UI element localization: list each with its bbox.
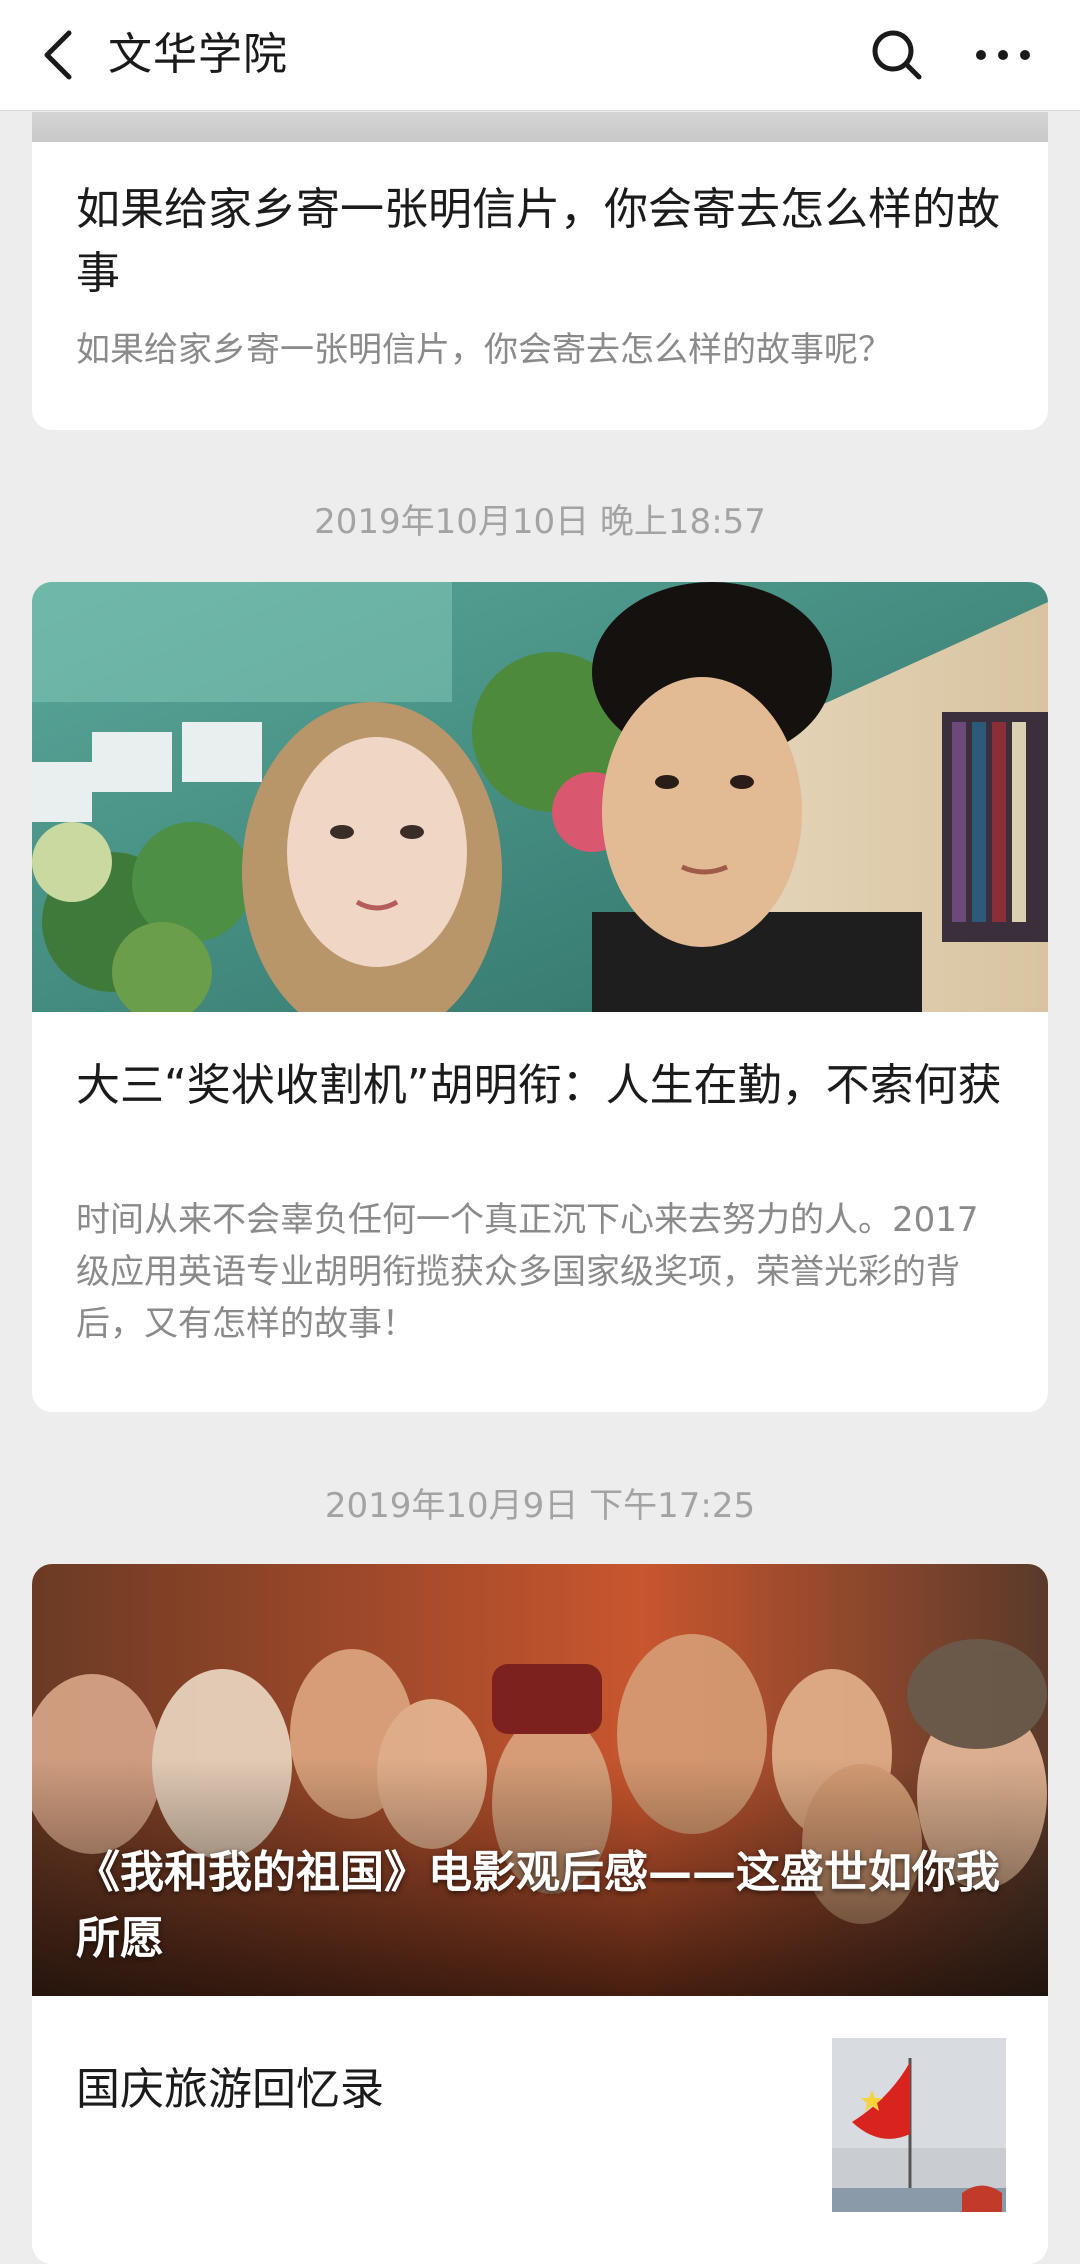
list-item[interactable]: 国庆旅游回忆录 (32, 1996, 1048, 2264)
article-group-card: 《我和我的祖国》电影观后感——这盛世如你我所愿 国庆旅游回忆录 (32, 1564, 1048, 2264)
page-title: 文华学院 (108, 29, 288, 80)
sub-article-title: 国庆旅游回忆录 (76, 2064, 384, 2115)
article-thumbnail (832, 2038, 1006, 2212)
article-title: 大三“奖状收割机”胡明衔：人生在勤，不索何获 (76, 1060, 1002, 1111)
article-cover-image (32, 112, 1048, 142)
banner-article[interactable]: 《我和我的祖国》电影观后感——这盛世如你我所愿 (32, 1564, 1048, 1996)
article-title: 如果给家乡寄一张明信片，你会寄去怎么样的故事 (76, 184, 1000, 299)
article-summary: 如果给家乡寄一张明信片，你会寄去怎么样的故事呢？ (76, 330, 892, 370)
chevron-left-icon (44, 30, 72, 80)
more-options-button[interactable] (966, 18, 1040, 92)
search-icon (872, 30, 922, 80)
more-horizontal-icon (976, 50, 1030, 60)
article-card[interactable]: 如果给家乡寄一张明信片，你会寄去怎么样的故事 如果给家乡寄一张明信片，你会寄去怎… (32, 112, 1048, 430)
search-button[interactable] (860, 18, 934, 92)
message-timestamp: 2019年10月10日 晚上18:57 (314, 502, 766, 542)
article-cover-photo (32, 582, 1048, 1012)
article-summary: 时间从来不会辜负任何一个真正沉下心来去努力的人。2017 级应用英语专业胡明衔揽… (76, 1200, 979, 1344)
top-nav-bar: 文华学院 (0, 0, 1080, 110)
article-card[interactable]: 大三“奖状收割机”胡明衔：人生在勤，不索何获 时间从来不会辜负任何一个真正沉下心… (32, 582, 1048, 1412)
back-button[interactable] (24, 20, 94, 90)
banner-article-title: 《我和我的祖国》电影观后感——这盛世如你我所愿 (76, 1847, 1000, 1964)
message-timestamp: 2019年10月9日 下午17:25 (324, 1486, 756, 1526)
